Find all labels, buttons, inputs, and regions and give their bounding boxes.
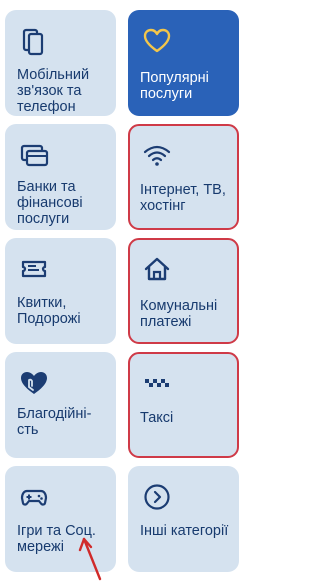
wifi-icon <box>143 145 171 166</box>
tile-other[interactable]: Інші категорії <box>128 466 239 572</box>
chevron-right-circle-icon <box>144 484 170 510</box>
tile-label: Квитки, Подорожі <box>17 295 81 327</box>
house-icon <box>144 257 170 281</box>
cards-icon <box>20 144 49 167</box>
heart-icon <box>143 28 171 53</box>
tile-label: Комунальні платежі <box>140 298 218 330</box>
tile-label: Банки та фінансові послуги <box>17 179 83 227</box>
tile-label: Інші категорії <box>140 523 229 539</box>
tile-internet[interactable]: Інтернет, ТВ, хостінг <box>128 124 239 230</box>
tile-label: Таксі <box>140 410 174 426</box>
taxi-checker-icon <box>145 379 169 387</box>
charity-heart-icon <box>21 372 47 394</box>
tile-label: Інтернет, ТВ, хостінг <box>140 182 226 214</box>
phone-icon <box>22 28 44 56</box>
tile-taxi[interactable]: Таксі <box>128 352 239 458</box>
tile-label: Популярні послуги <box>140 70 209 102</box>
gamepad-icon <box>20 489 48 506</box>
tile-mobile[interactable]: Мобільний зв'язок та телефон <box>5 10 116 116</box>
tile-popular[interactable]: Популярні послуги <box>128 10 239 116</box>
annotation-arrow <box>78 537 102 581</box>
tile-tickets[interactable]: Квитки, Подорожі <box>5 238 116 344</box>
tile-label: Мобільний зв'язок та телефон <box>17 67 90 115</box>
ticket-icon <box>21 260 47 278</box>
tile-utilities[interactable]: Комунальні платежі <box>128 238 239 344</box>
tile-banks[interactable]: Банки та фінансові послуги <box>5 124 116 230</box>
tile-label: Благодійні-сть <box>17 406 92 438</box>
tile-charity[interactable]: Благодійні-сть <box>5 352 116 458</box>
